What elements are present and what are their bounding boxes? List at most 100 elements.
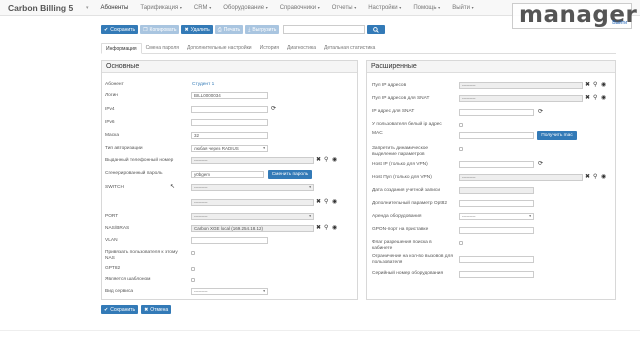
- get-mac-button[interactable]: Получить mac: [537, 131, 577, 140]
- snat-pool-select[interactable]: ---------: [459, 95, 583, 102]
- brand-menu-icon[interactable]: ▾: [86, 5, 89, 11]
- clear-icon[interactable]: ✖: [585, 95, 590, 102]
- tab-history[interactable]: История: [256, 43, 283, 54]
- save-icon: ✔: [104, 26, 109, 33]
- login-field[interactable]: BILL0000034: [191, 92, 268, 99]
- tab-detailed-stats[interactable]: Детальная статистика: [320, 43, 379, 54]
- watermark-logout-link[interactable]: Выйти: [612, 20, 627, 26]
- eye-icon[interactable]: ◉: [332, 199, 337, 206]
- opt82-field[interactable]: [459, 200, 534, 207]
- mac-field[interactable]: [459, 132, 534, 139]
- nav-label: Помощь: [413, 4, 437, 11]
- phone-select[interactable]: ---------: [191, 157, 314, 164]
- nav-item-help[interactable]: Помощь ▾: [407, 0, 446, 16]
- nav-item-abonents[interactable]: Абоненты: [95, 0, 135, 16]
- nav-item-tariffs[interactable]: Тарификация ▾: [134, 0, 188, 16]
- search-icon[interactable]: ⚲: [593, 174, 597, 181]
- tab-diagnostics[interactable]: Диагностика: [283, 43, 320, 54]
- search-icon[interactable]: ⚲: [593, 82, 597, 89]
- ipv4-field[interactable]: [191, 106, 268, 113]
- port-select[interactable]: --------- ▾: [191, 213, 314, 220]
- vlan-field[interactable]: [191, 237, 268, 244]
- ip-pool-select[interactable]: ---------: [459, 82, 583, 89]
- switch-select[interactable]: --------- ▾: [191, 184, 314, 191]
- panel-title: Основные: [102, 61, 357, 73]
- export-button[interactable]: ⤓ Выгрузить: [245, 25, 280, 34]
- clear-icon[interactable]: ✖: [316, 225, 321, 232]
- template-checkbox[interactable]: [191, 278, 195, 282]
- service-label: Вид сервиса: [105, 289, 134, 294]
- search-flag-checkbox[interactable]: [459, 241, 463, 245]
- clear-icon[interactable]: ✖: [316, 157, 321, 164]
- host-pool-select[interactable]: ---------: [459, 174, 583, 181]
- refresh-icon[interactable]: ⟳: [271, 106, 276, 113]
- tab-change-password[interactable]: Смена пароля: [142, 43, 183, 54]
- snat-pool-label: Пул IP адресов для SNAT: [372, 96, 430, 101]
- nas-select[interactable]: Carbon XGE local (169.254.18.12): [191, 225, 314, 232]
- eye-icon[interactable]: ◉: [601, 82, 606, 89]
- save-button[interactable]: ✔ Сохранить: [101, 25, 139, 34]
- ipv6-field[interactable]: [191, 119, 268, 126]
- gpt82-checkbox[interactable]: [191, 267, 195, 271]
- password-label: Сгенерированный пароль: [105, 171, 163, 176]
- gpon-field[interactable]: [459, 227, 534, 234]
- copy-icon: ❐: [143, 26, 148, 33]
- search-button[interactable]: [367, 25, 386, 34]
- clear-icon[interactable]: ✖: [585, 82, 590, 89]
- eye-icon[interactable]: ◉: [332, 157, 337, 164]
- search-icon[interactable]: ⚲: [324, 157, 328, 164]
- chevron-down-icon: ▾: [263, 289, 265, 293]
- download-icon: ⤓: [248, 26, 251, 33]
- brand-title[interactable]: Carbon Billing 5: [0, 3, 86, 13]
- call-limit-field[interactable]: [459, 256, 534, 263]
- password-field[interactable]: y0bgem: [191, 171, 264, 178]
- clear-icon[interactable]: ✖: [585, 174, 590, 181]
- switch-value: ---------: [194, 185, 208, 190]
- tab-info[interactable]: Информация: [101, 43, 142, 54]
- nav-item-reports[interactable]: Отчеты ▾: [326, 0, 362, 16]
- eye-icon[interactable]: ◉: [332, 225, 337, 232]
- search-icon[interactable]: ⚲: [324, 199, 328, 206]
- nav-item-settings[interactable]: Настройки ▾: [362, 0, 407, 16]
- nav-item-equipment[interactable]: Оборудование ▾: [217, 0, 274, 16]
- host-pool-label: Host Пул (только для VPN): [372, 175, 432, 180]
- cancel-button[interactable]: ✖ Отмена: [141, 305, 172, 314]
- nav-item-logout[interactable]: Выйти ▾: [446, 0, 479, 16]
- eye-icon[interactable]: ◉: [601, 95, 606, 102]
- vlan-label: VLAN: [105, 238, 118, 243]
- equipment-rent-select[interactable]: --------- ▾: [459, 213, 534, 220]
- switch-port-select[interactable]: ---------: [191, 199, 314, 206]
- serial-field[interactable]: [459, 271, 534, 278]
- search-input[interactable]: [283, 25, 366, 34]
- refresh-icon[interactable]: ⟳: [538, 109, 543, 116]
- bind-nas-checkbox[interactable]: [191, 251, 195, 255]
- search-icon[interactable]: ⚲: [593, 95, 597, 102]
- abonent-link[interactable]: Студент 1: [192, 82, 214, 88]
- print-icon: ⎙: [217, 26, 222, 33]
- chevron-down-icon: ▾: [309, 214, 311, 218]
- nav-item-crm[interactable]: CRM ▾: [188, 0, 217, 16]
- change-password-button[interactable]: Сменить пароль: [268, 170, 312, 179]
- refresh-icon[interactable]: ⟳: [538, 161, 543, 168]
- service-select[interactable]: --------- ▾: [191, 288, 268, 295]
- mask-field[interactable]: 32: [191, 132, 268, 139]
- white-ip-checkbox[interactable]: [459, 123, 463, 127]
- bottom-save-button[interactable]: ✔ Сохранить: [101, 305, 139, 314]
- search-icon[interactable]: ⚲: [324, 225, 328, 232]
- copy-button[interactable]: ❐ Копировать: [140, 25, 180, 34]
- nav-label: Справочники: [279, 4, 317, 11]
- nav-item-directories[interactable]: Справочники ▾: [274, 0, 326, 16]
- auth-type-label: Тип авторизации: [105, 146, 143, 151]
- white-ip-label: У пользователя белый ip адрес: [372, 122, 442, 127]
- print-button[interactable]: ⎙ Печать: [214, 25, 244, 34]
- snat-ip-field[interactable]: [459, 109, 534, 116]
- host-ip-field[interactable]: [459, 161, 534, 168]
- tab-extra-settings[interactable]: Дополнительные настройки: [183, 43, 256, 54]
- login-label: Логин: [105, 93, 118, 98]
- delete-button[interactable]: ✖ Удалить: [181, 25, 213, 34]
- dynamic-params-checkbox[interactable]: [459, 147, 463, 151]
- eye-icon[interactable]: ◉: [601, 174, 606, 181]
- clear-icon[interactable]: ✖: [316, 199, 321, 206]
- equipment-rent-label: Аренда оборудования: [372, 214, 422, 219]
- auth-type-select[interactable]: любая через RADIUS ▾: [191, 145, 268, 152]
